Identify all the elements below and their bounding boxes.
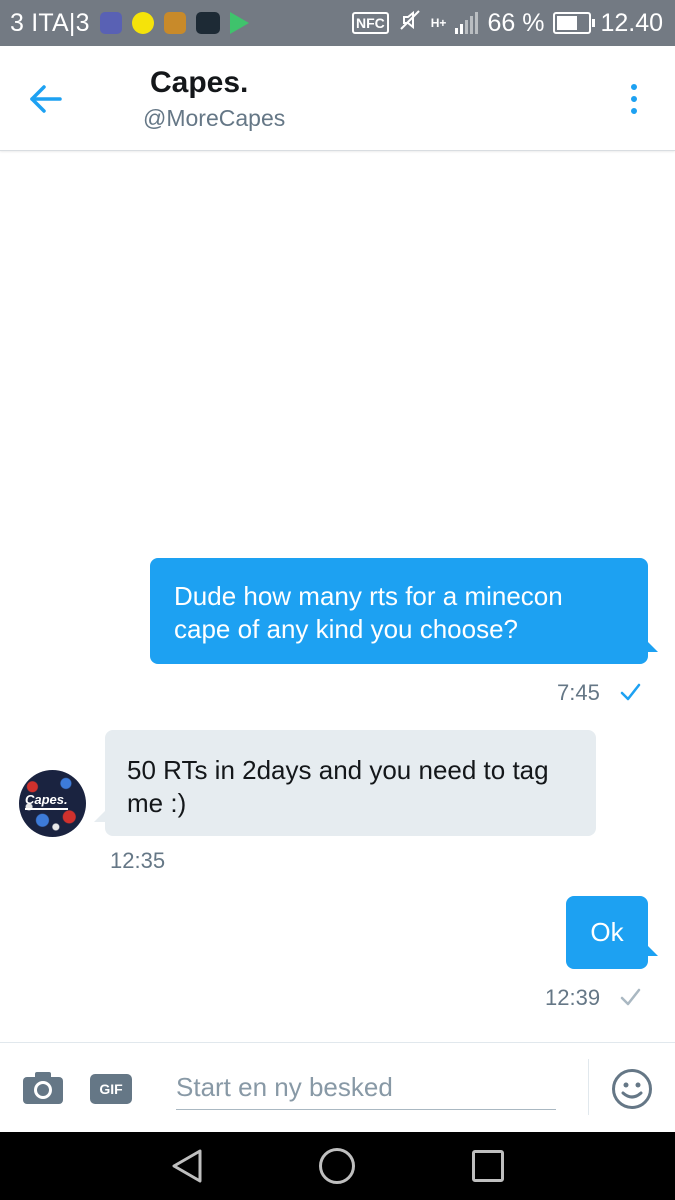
camera-button[interactable] <box>22 1071 64 1105</box>
status-time: 12.40 <box>600 8 663 37</box>
lock-app-icon <box>163 12 186 34</box>
message-time: 7:45 <box>557 680 600 705</box>
bubble-tail <box>646 944 658 956</box>
signal-icon <box>455 12 479 34</box>
snapchat-icon <box>131 12 154 34</box>
more-dot <box>631 96 637 102</box>
network-type-icon: H+ <box>430 16 447 30</box>
sent-check-icon <box>620 988 641 1006</box>
nav-recents-icon[interactable] <box>472 1150 504 1182</box>
message-time: 12:35 <box>110 848 166 873</box>
battery-icon <box>553 12 596 34</box>
emoji-icon <box>612 1069 652 1109</box>
avatar-logo-text: Capes. <box>25 792 68 810</box>
arrow-left-icon <box>30 85 62 113</box>
nfc-icon: NFC <box>351 12 389 34</box>
chris-app-icon <box>195 12 220 34</box>
more-vertical-icon <box>631 84 637 90</box>
gif-button[interactable]: GIF <box>90 1074 132 1104</box>
emoji-button[interactable] <box>611 1068 653 1110</box>
message-bubble-sent[interactable]: Dude how many rts for a minecon cape of … <box>150 558 648 664</box>
more-dot <box>631 108 637 114</box>
health-app-icon <box>99 12 122 34</box>
nav-back-icon[interactable] <box>170 1148 204 1184</box>
play-store-icon <box>229 12 249 34</box>
status-bar: 3 ITA|3 NFC H+ 66 % 12.40 <box>0 0 675 46</box>
nav-home-icon[interactable] <box>319 1148 355 1184</box>
conversation-title[interactable]: Capes. <box>150 66 248 100</box>
message-input[interactable] <box>176 1065 556 1110</box>
message-bubble-received[interactable]: 50 RTs in 2days and you need to tag me :… <box>105 730 596 836</box>
camera-icon <box>23 1072 63 1104</box>
conversation-handle[interactable]: @MoreCapes <box>143 105 285 132</box>
message-composer: GIF <box>0 1042 675 1133</box>
system-nav-bar <box>0 1132 675 1200</box>
mute-icon <box>398 8 422 38</box>
status-bar-left: 3 ITA|3 <box>10 9 249 37</box>
conversation-header: Capes. @MoreCapes <box>0 46 675 151</box>
avatar[interactable]: Capes. <box>19 770 86 837</box>
read-check-icon <box>620 683 641 701</box>
status-bar-right: NFC H+ 66 % 12.40 <box>351 8 663 38</box>
battery-fill <box>557 16 578 30</box>
message-time: 12:39 <box>545 985 601 1010</box>
more-options-button[interactable] <box>620 76 648 122</box>
back-button[interactable] <box>22 76 68 122</box>
divider <box>588 1059 589 1115</box>
message-bubble-sent[interactable]: Ok <box>566 896 648 969</box>
battery-percent: 66 % <box>487 8 545 37</box>
bubble-tail <box>646 640 658 652</box>
carrier-label: 3 ITA|3 <box>10 8 90 37</box>
